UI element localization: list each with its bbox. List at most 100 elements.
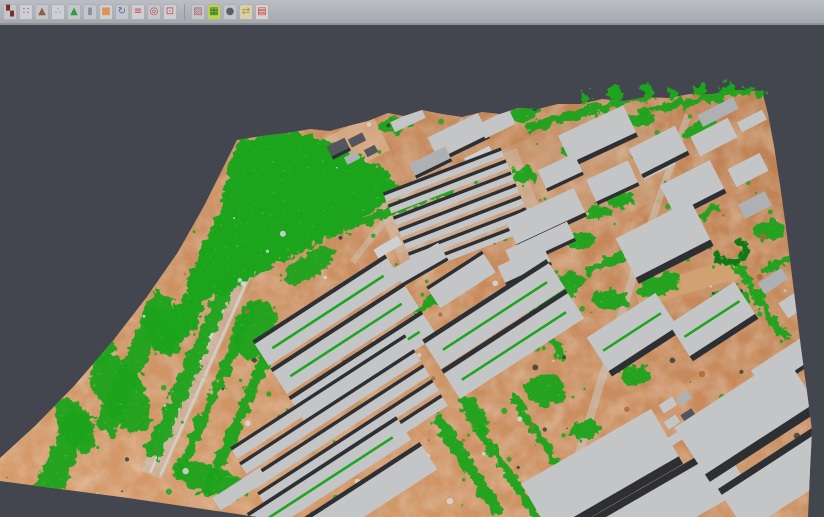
- point-speckle: [257, 146, 260, 149]
- height-column-icon: ▮: [87, 7, 93, 17]
- point-speckle: [722, 214, 725, 217]
- point-speckle: [307, 178, 312, 183]
- point-speckle: [532, 365, 538, 371]
- recompute-icon: ↻: [118, 7, 126, 17]
- point-speckle: [241, 281, 247, 287]
- point-speckle: [544, 197, 547, 200]
- point-speckle: [536, 143, 538, 145]
- point-speckle: [221, 388, 224, 391]
- tree-silhouette: [642, 85, 654, 97]
- point-speckle: [613, 223, 616, 226]
- point-speckle: [266, 391, 271, 396]
- point-speckle: [208, 300, 211, 303]
- point-speckle: [438, 312, 442, 316]
- point-speckle: [181, 421, 184, 424]
- snapshot-button[interactable]: ●: [223, 4, 237, 20]
- point-speckle: [349, 233, 352, 236]
- point-speckle: [193, 230, 196, 233]
- point-speckle: [461, 504, 463, 506]
- point-speckle: [192, 353, 196, 357]
- recompute-button[interactable]: ↻: [115, 4, 129, 20]
- point-speckle: [395, 263, 398, 266]
- point-speckle: [438, 119, 444, 125]
- terrain-model-button[interactable]: ▲: [35, 4, 49, 20]
- point-speckle: [336, 167, 338, 169]
- ground-class-icon: ■: [101, 7, 110, 17]
- toolbar: ▚ ∷ ▲ ∴ ▲ ▮ ■ ↻ ≡◎ ⊡ ▨ ▦ ● ⇄ ▤: [0, 0, 824, 25]
- pick-center-button[interactable]: ◎: [147, 4, 161, 20]
- point-speckle: [299, 281, 301, 283]
- point-speckle: [562, 355, 566, 359]
- ground-class-button[interactable]: ■: [99, 4, 113, 20]
- point-speckle: [539, 199, 541, 201]
- roughness-button[interactable]: ▚: [3, 4, 17, 20]
- point-speckle: [566, 428, 568, 430]
- point-speckle: [768, 209, 773, 214]
- vegetation-class-button[interactable]: ▲: [67, 4, 81, 20]
- point-speckle: [222, 192, 227, 197]
- point-speckle: [788, 337, 791, 340]
- point-speckle: [185, 314, 188, 317]
- point-speckle: [228, 354, 231, 357]
- point-speckle: [307, 160, 313, 166]
- delete-section-icon: ▤: [257, 7, 266, 17]
- classification-colors-button[interactable]: ▦: [207, 4, 221, 20]
- subsample-button[interactable]: ∴: [51, 4, 65, 20]
- point-speckle: [239, 379, 242, 382]
- point-speckle: [488, 489, 494, 495]
- point-speckle: [561, 433, 566, 438]
- scalar-bands-button[interactable]: ≡: [131, 4, 145, 20]
- point-speckle: [223, 470, 229, 476]
- roughness-icon: ▚: [6, 7, 14, 17]
- transform-icon: ⇄: [242, 7, 250, 17]
- point-speckle: [201, 365, 204, 368]
- transform-button[interactable]: ⇄: [239, 4, 253, 20]
- point-speckle: [280, 231, 286, 237]
- segment-box-button[interactable]: ⊡: [163, 4, 177, 20]
- segment-box-icon: ⊡: [166, 7, 174, 17]
- point-speckle: [302, 207, 305, 210]
- point-speckle: [323, 276, 327, 280]
- point-speckle: [513, 474, 519, 480]
- point-speckle: [558, 383, 564, 389]
- point-speckle: [689, 381, 691, 383]
- point-speckle: [712, 265, 715, 268]
- point-speckle: [245, 310, 250, 315]
- height-column-button[interactable]: ▮: [83, 4, 97, 20]
- vegetation-class-icon: ▲: [70, 7, 78, 17]
- tree-silhouette: [743, 85, 753, 95]
- point-speckle: [109, 390, 114, 395]
- application-window: ▚ ∷ ▲ ∴ ▲ ▮ ■ ↻ ≡◎ ⊡ ▨ ▦ ● ⇄ ▤: [0, 0, 824, 517]
- point-speckle: [609, 287, 612, 290]
- point-speckle: [542, 346, 546, 350]
- point-speckle: [386, 124, 390, 128]
- classification-colors-icon: ▦: [209, 7, 218, 17]
- point-speckle: [420, 293, 424, 297]
- snapshot-icon: ●: [226, 7, 235, 17]
- point-speckle: [590, 312, 592, 314]
- cross-section-icon: ▨: [193, 7, 202, 17]
- point-speckle: [503, 472, 505, 474]
- point-speckle: [784, 289, 786, 291]
- point-speckle: [462, 439, 465, 442]
- tree-silhouette: [722, 82, 734, 94]
- point-speckle: [501, 408, 507, 414]
- point-speckle: [583, 388, 586, 391]
- tree-silhouette: [608, 86, 622, 100]
- point-speckle: [336, 187, 342, 193]
- point-speckle: [233, 217, 235, 219]
- point-speckle: [321, 147, 327, 153]
- point-speckle: [182, 468, 188, 474]
- point-speckle: [227, 202, 232, 207]
- delete-section-button[interactable]: ▤: [255, 4, 269, 20]
- cross-section-button[interactable]: ▨: [191, 4, 205, 20]
- terrain-model-icon: ▲: [38, 7, 46, 17]
- point-speckle: [699, 371, 705, 377]
- point-speckle: [688, 114, 692, 118]
- point-pairs-button[interactable]: ∷: [19, 4, 33, 20]
- point-speckle: [712, 292, 715, 295]
- tree-silhouette: [757, 89, 767, 99]
- subsample-icon: ∴: [55, 7, 61, 17]
- tree-silhouette: [694, 84, 706, 96]
- viewport-3d[interactable]: [0, 0, 824, 517]
